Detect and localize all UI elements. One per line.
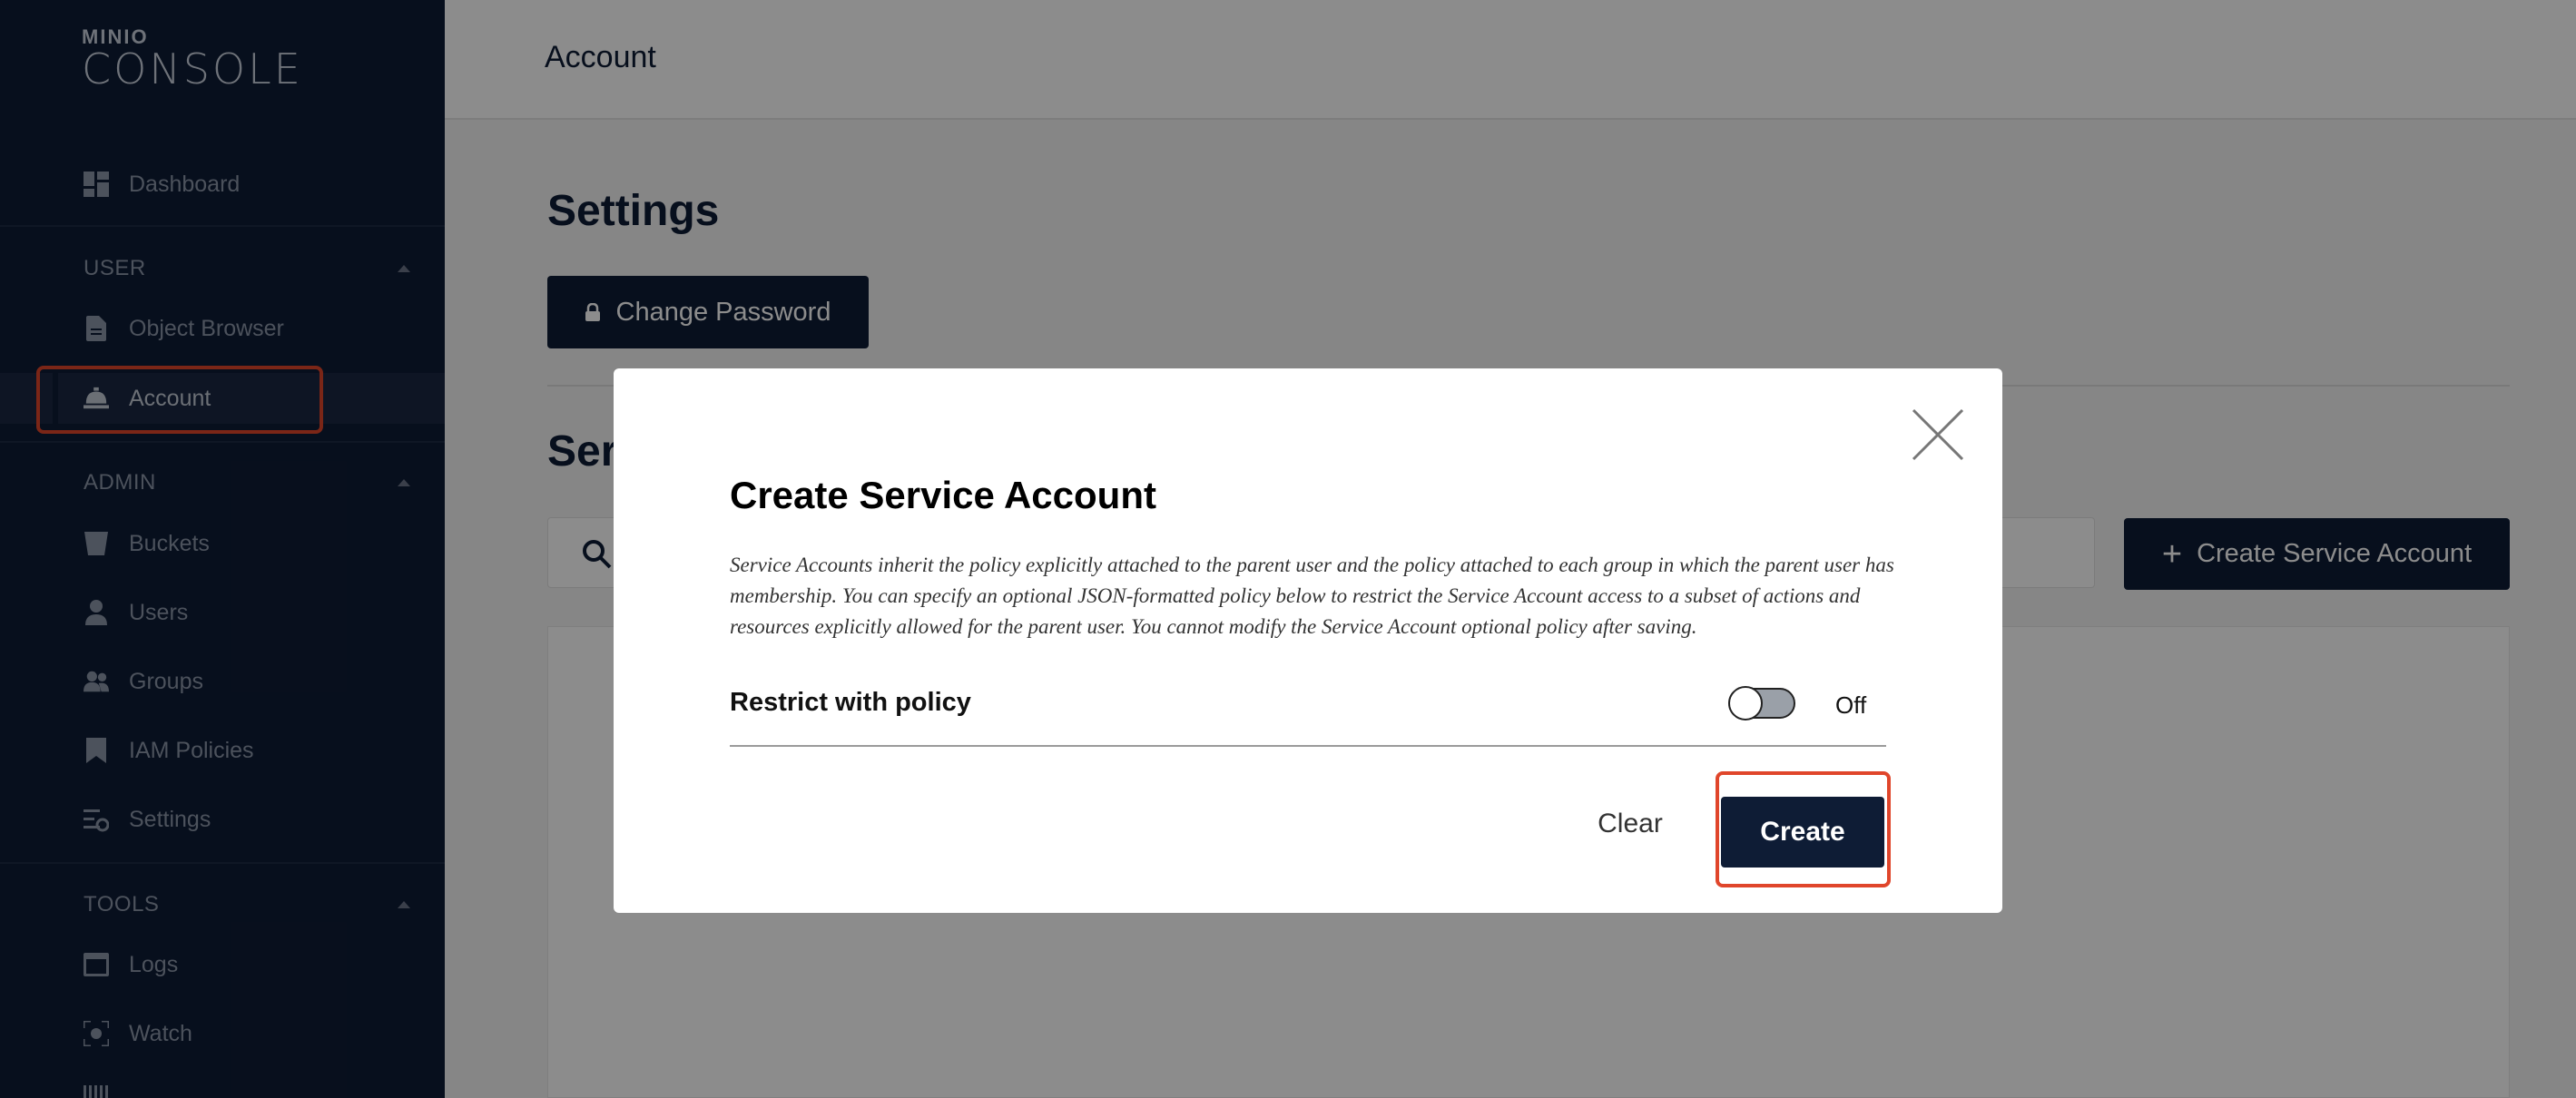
dialog-title: Create Service Account xyxy=(730,474,1156,516)
dialog-description: Service Accounts inherit the policy expl… xyxy=(730,554,1894,638)
clear-button[interactable]: Clear xyxy=(1567,797,1694,851)
restrict-policy-toggle[interactable] xyxy=(1728,686,1795,721)
highlight-create xyxy=(1716,771,1891,887)
restrict-policy-label: Restrict with policy xyxy=(730,688,971,717)
toggle-knob xyxy=(1728,686,1763,721)
create-service-account-dialog: Create Service Account Service Accounts … xyxy=(614,368,2002,913)
toggle-state-label: Off xyxy=(1835,691,1867,719)
dialog-divider xyxy=(730,745,1886,747)
close-icon[interactable] xyxy=(1910,407,1966,463)
